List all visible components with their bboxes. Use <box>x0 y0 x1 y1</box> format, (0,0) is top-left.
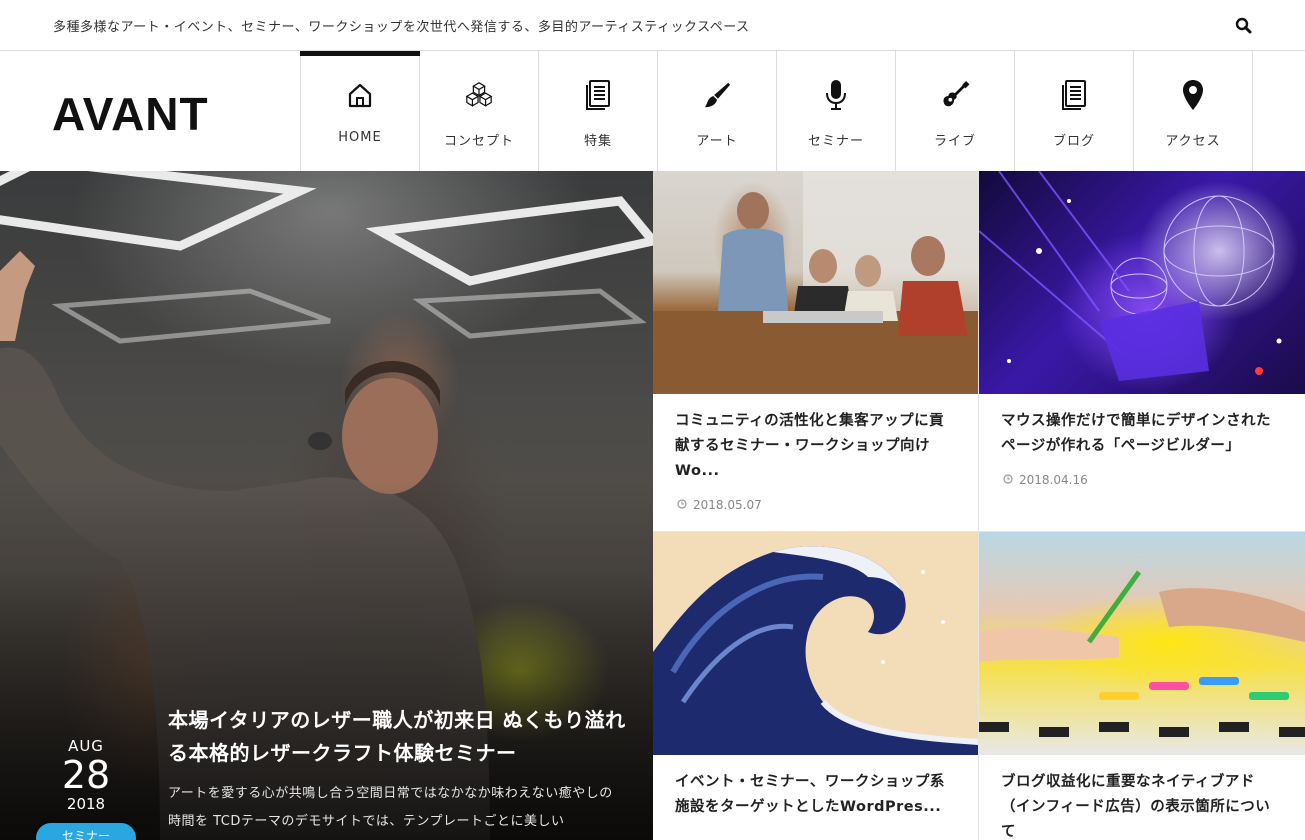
post-card[interactable]: コミュニティの活性化と集客アップに貢献するセミナー・ワークショップ向けWo...… <box>653 171 979 532</box>
post-meta: 2018.05.07 <box>677 498 762 512</box>
brush-icon <box>702 78 732 112</box>
post-date: 2018.04.16 <box>1019 473 1088 487</box>
nav-item-blog[interactable]: ブログ <box>1015 51 1134 171</box>
post-thumbnail[interactable] <box>653 532 978 755</box>
map-pin-icon <box>1178 78 1208 112</box>
site-tagline: 多種多様なアート・イベント、セミナー、ワークショップを次世代へ発信する、多目的ア… <box>53 20 750 35</box>
nav-item-label: セミナー <box>807 134 864 149</box>
cubes-icon <box>464 78 494 112</box>
nav-item-label: HOME <box>338 130 382 145</box>
nav-item-label: ブログ <box>1052 134 1095 149</box>
nav-item-label: 特集 <box>583 134 612 149</box>
document-icon <box>583 78 613 112</box>
post-thumbnail[interactable] <box>653 171 978 394</box>
hero-title[interactable]: 本場イタリアのレザー職人が初来日 ぬくもり溢れる本格的レザークラフト体験セミナー <box>168 704 628 770</box>
clock-icon <box>1003 473 1013 487</box>
post-card[interactable]: ブログ収益化に重要なネイティブアド（インフィード広告）の表示箇所について <box>979 532 1305 840</box>
nav-item-seminar[interactable]: セミナー <box>777 51 896 171</box>
nav-item-concept[interactable]: コンセプト <box>420 51 539 171</box>
hero-date-year: 2018 <box>66 795 106 813</box>
post-card[interactable]: イベント・セミナー、ワークショップ系施設をターゲットとしたWordPres... <box>653 532 979 840</box>
post-thumbnail[interactable] <box>979 532 1305 755</box>
post-title[interactable]: マウス操作だけで簡単にデザインされたページが作れる「ページビルダー」 <box>1001 409 1283 459</box>
global-nav: HOME コンセプト 特集 アート セミナー ライブ ブログ アクセス <box>300 51 1253 171</box>
search-icon[interactable] <box>1232 14 1256 38</box>
nav-item-label: アート <box>696 134 738 149</box>
nav-item-label: アクセス <box>1165 134 1221 149</box>
nav-item-label: コンセプト <box>443 134 514 149</box>
nav-item-live[interactable]: ライブ <box>896 51 1015 171</box>
hero-featured-post[interactable]: AUG 28 2018 セミナー 本場イタリアのレザー職人が初来日 ぬくもり溢れ… <box>0 171 653 840</box>
post-title[interactable]: コミュニティの活性化と集客アップに貢献するセミナー・ワークショップ向けWo... <box>675 409 957 484</box>
post-meta: 2018.04.16 <box>1003 473 1088 487</box>
hero-category-badge[interactable]: セミナー <box>36 823 136 840</box>
post-thumbnail[interactable] <box>979 171 1305 394</box>
post-title[interactable]: ブログ収益化に重要なネイティブアド（インフィード広告）の表示箇所について <box>1001 770 1283 840</box>
nav-item-label: ライブ <box>933 134 976 149</box>
nav-item-feature[interactable]: 特集 <box>539 51 658 171</box>
site-header: AVANT HOME コンセプト 特集 アート セミナー ライブ ブログ アクセ… <box>0 51 1305 171</box>
nav-item-home[interactable]: HOME <box>300 51 420 171</box>
post-card[interactable]: マウス操作だけで簡単にデザインされたページが作れる「ページビルダー」 2018.… <box>979 171 1305 532</box>
post-title[interactable]: イベント・セミナー、ワークショップ系施設をターゲットとしたWordPres... <box>675 770 957 820</box>
microphone-icon <box>821 78 851 112</box>
nav-item-art[interactable]: アート <box>658 51 777 171</box>
guitar-icon <box>940 78 970 112</box>
hero-date: AUG 28 2018 <box>36 737 136 813</box>
clock-icon <box>677 498 687 512</box>
site-logo[interactable]: AVANT <box>52 87 209 141</box>
document-icon <box>1059 78 1089 112</box>
top-bar: 多種多様なアート・イベント、セミナー、ワークショップを次世代へ発信する、多目的ア… <box>0 0 1305 51</box>
nav-item-access[interactable]: アクセス <box>1134 51 1253 171</box>
hero-excerpt: アートを愛する心が共鳴し合う空間日常ではなかなか味わえない癒やしの時間を TCD… <box>168 786 613 829</box>
home-icon <box>345 78 375 112</box>
hero-date-day: 28 <box>61 753 111 797</box>
post-date: 2018.05.07 <box>693 498 762 512</box>
